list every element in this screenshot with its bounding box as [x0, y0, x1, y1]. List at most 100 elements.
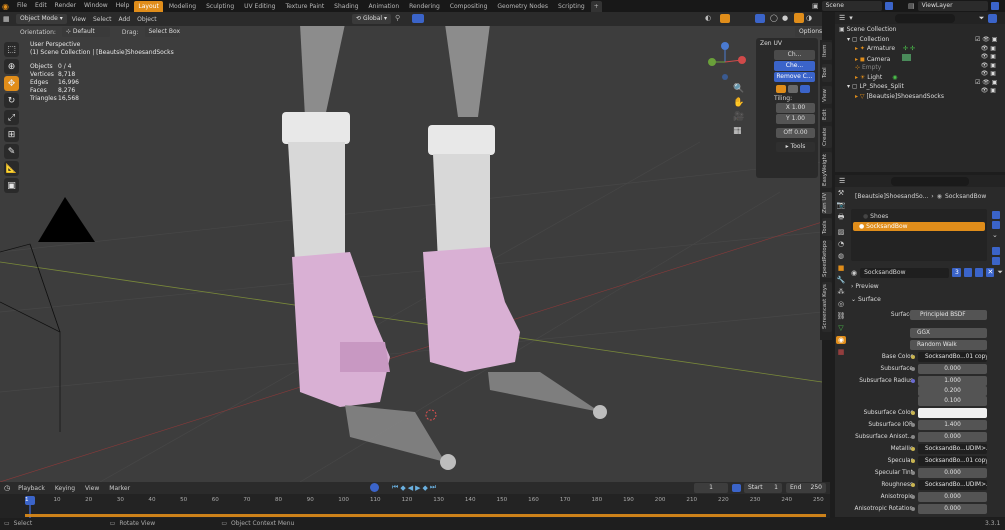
visibility-icon[interactable]: ◐	[705, 14, 711, 22]
tab-edit[interactable]: Edit	[822, 108, 832, 122]
exclude-checkbox-icon-2[interactable]: ☑ 👁 ▣	[975, 79, 997, 86]
base-color-field[interactable]: SocksandBo...01 copy.png	[918, 352, 987, 362]
specular-field[interactable]: SocksandBo...01 copy.png	[918, 456, 987, 466]
measure-tool-icon[interactable]: 📐	[4, 161, 19, 176]
zen-offset[interactable]: Off 0.00	[776, 128, 815, 138]
3d-viewport[interactable]: ▦ Object Mode ▾ View Select Add Object ⟲…	[0, 12, 822, 482]
current-frame-field[interactable]: 1	[694, 483, 728, 493]
material-users-count[interactable]: 3	[952, 268, 962, 277]
subsurface-method-dropdown[interactable]: Random Walk	[910, 340, 987, 350]
tab-screencast-keys[interactable]: Screencast Keys	[822, 282, 832, 332]
drag-dropdown[interactable]: Select Box	[144, 27, 180, 37]
camera-view-icon[interactable]: 🎥	[733, 112, 744, 122]
add-cube-tool-icon[interactable]: ▣	[4, 178, 19, 193]
material-filter-icon[interactable]: ⏷	[997, 268, 1003, 277]
subsurface-radius-x-field[interactable]: 1.000	[918, 376, 987, 386]
zen-tools-button[interactable]: ▸ Tools	[776, 142, 815, 152]
subsurface-color-swatch[interactable]	[918, 408, 987, 418]
tab-view[interactable]: View	[822, 86, 832, 104]
ortho-grid-icon[interactable]: ▦	[733, 126, 744, 136]
mode-dropdown[interactable]: Object Mode ▾	[16, 14, 67, 24]
xray-toggle-icon[interactable]	[755, 14, 765, 23]
blender-logo-icon[interactable]: ◉	[2, 2, 12, 11]
tab-animation[interactable]: Animation	[365, 1, 404, 12]
menu-add[interactable]: Add	[116, 16, 132, 23]
snap-icon[interactable]: ⚲	[395, 14, 400, 22]
play-reverse-icon[interactable]: ◀	[408, 484, 413, 492]
outliner-editor-icon[interactable]: ☰	[839, 14, 845, 22]
menu-render[interactable]: Render	[52, 0, 79, 12]
zen-toggle-orange[interactable]	[776, 85, 786, 93]
particles-tab-icon[interactable]: ⁂	[838, 288, 845, 296]
cursor-tool-icon[interactable]: ⊕	[4, 59, 19, 74]
output-tab-icon[interactable]: 🖶	[838, 213, 845, 224]
tab-zen-uv[interactable]: Zen UV	[822, 192, 832, 214]
pan-hand-icon[interactable]: ✋	[733, 98, 744, 108]
play-icon[interactable]: ▶	[415, 484, 420, 492]
view-layer-new-icon[interactable]	[990, 2, 999, 10]
exclude-checkbox-icon[interactable]: ☑ 👁 ▣	[975, 36, 997, 43]
timeline-editor-icon[interactable]: ◷	[4, 484, 10, 492]
unlink-material-icon[interactable]: ✕	[986, 268, 995, 277]
timeline-ruler[interactable]: 1 10 20 30 40 50 60 70 80 90 100 110 120 130 140 150 160…	[0, 494, 830, 518]
anisotropic-rotation-field[interactable]: 0.000	[918, 504, 987, 514]
world-tab-icon[interactable]: ◍	[838, 252, 844, 260]
tab-item[interactable]: Item	[822, 42, 832, 60]
tab-layout[interactable]: Layout	[134, 0, 163, 12]
zen-tiling-x[interactable]: X 1.00	[776, 103, 815, 113]
scale-tool-icon[interactable]: ⤢	[4, 110, 19, 125]
surface-panel-header[interactable]: ⌄ Surface	[851, 296, 881, 303]
jump-start-icon[interactable]: ⏮	[392, 483, 398, 492]
menu-keying[interactable]: Keying	[53, 485, 77, 492]
object-tab-icon[interactable]: ■	[838, 264, 845, 272]
prev-keyframe-icon[interactable]: ◆	[400, 484, 405, 492]
menu-select[interactable]: Select	[91, 16, 114, 23]
zen-toggle-grey[interactable]	[788, 85, 798, 93]
overlay-toggle-icon[interactable]	[720, 14, 730, 23]
roughness-field[interactable]: SocksandBo...UDIM>.png	[918, 480, 987, 490]
tab-tool[interactable]: Tool	[822, 64, 832, 82]
slot-menu-chevron-icon[interactable]: ⌄	[992, 231, 1000, 239]
clock-toggle-icon[interactable]	[732, 484, 741, 492]
tab-texture-paint[interactable]: Texture Paint	[281, 1, 328, 12]
tab-shading[interactable]: Shading	[330, 1, 362, 12]
zen-ch-button[interactable]: Ch...	[774, 50, 815, 60]
transform-orientation-dropdown[interactable]: ⟲ Global ▾	[352, 14, 391, 24]
menu-view[interactable]: View	[70, 16, 88, 23]
menu-timeline-view[interactable]: View	[83, 485, 101, 492]
scene-name[interactable]: Scene	[821, 1, 882, 11]
tab-rendering[interactable]: Rendering	[405, 1, 444, 12]
outliner-scene-collection[interactable]: ▣ Scene Collection	[839, 25, 1001, 35]
add-workspace-button[interactable]: +	[590, 0, 602, 12]
filter-icon[interactable]: ⏷	[979, 14, 985, 23]
rotate-tool-icon[interactable]: ↻	[4, 93, 19, 108]
shading-material-icon[interactable]	[794, 13, 804, 23]
shading-wire-icon[interactable]: ◯	[770, 14, 778, 22]
shading-solid-icon[interactable]: ●	[782, 14, 788, 22]
view-layer-name[interactable]: ViewLayer	[917, 1, 988, 11]
options-dropdown[interactable]: Options	[795, 27, 822, 37]
physics-tab-icon[interactable]: ◎	[838, 300, 844, 308]
eye-icon-4[interactable]: 👁 ▣	[975, 70, 997, 77]
move-tool-icon[interactable]: ✥	[4, 76, 19, 91]
annotate-tool-icon[interactable]: ✎	[4, 144, 19, 159]
surface-shader-field[interactable]: Principled BSDF	[910, 310, 987, 320]
subsurface-field[interactable]: 0.000	[918, 364, 987, 374]
tab-speedretopo[interactable]: SpeedRetopo	[822, 240, 832, 278]
subsurface-ior-field[interactable]: 1.400	[918, 420, 987, 430]
material-name-field[interactable]: SocksandBow	[860, 267, 950, 278]
fake-user-icon[interactable]	[964, 268, 973, 277]
subsurface-anisotropy-field[interactable]: 0.000	[918, 432, 987, 442]
select-box-tool-icon[interactable]: ⬚	[4, 42, 19, 57]
scene-tab-icon[interactable]: ◔	[838, 240, 844, 248]
remove-slot-icon[interactable]	[992, 221, 1000, 229]
tab-easyweight[interactable]: EasyWeight	[822, 152, 832, 188]
menu-help[interactable]: Help	[113, 0, 133, 12]
add-slot-icon[interactable]	[992, 211, 1000, 219]
specular-tint-field[interactable]: 0.000	[918, 468, 987, 478]
anisotropic-field[interactable]: 0.000	[918, 492, 987, 502]
transform-tool-icon[interactable]: ⊞	[4, 127, 19, 142]
tab-scripting[interactable]: Scripting	[554, 1, 589, 12]
view-layer-selector[interactable]: ▤ ViewLayer	[908, 1, 999, 11]
menu-edit[interactable]: Edit	[32, 0, 50, 12]
